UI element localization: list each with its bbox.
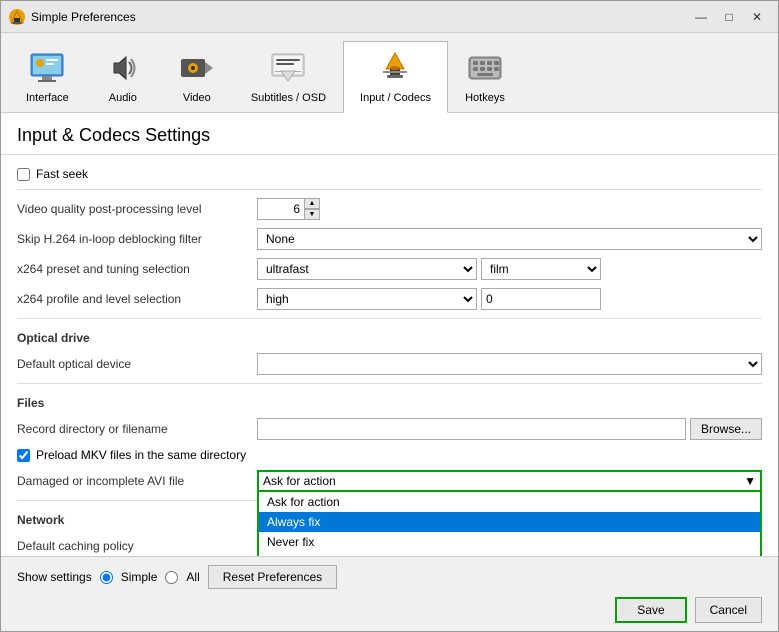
- cancel-button[interactable]: Cancel: [695, 597, 762, 623]
- record-dir-label: Record directory or filename: [17, 422, 257, 436]
- preload-mkv-label: Preload MKV files in the same directory: [36, 448, 246, 462]
- spin-down-button[interactable]: ▼: [304, 209, 320, 220]
- footer-bottom: Save Cancel: [17, 597, 762, 623]
- window-title: Simple Preferences: [31, 10, 688, 24]
- footer: Show settings Simple All Reset Preferenc…: [1, 556, 778, 631]
- video-quality-row: Video quality post-processing level 6 ▲ …: [17, 194, 762, 224]
- x264-profile-select[interactable]: baseline main high high10: [257, 288, 477, 310]
- subtitles-icon: [268, 48, 308, 88]
- x264-preset-select[interactable]: ultrafast superfast veryfast faster fast…: [257, 258, 477, 280]
- damaged-avi-control: Ask for action ▼ Ask for action Always f…: [257, 470, 762, 492]
- nav-hotkeys-label: Hotkeys: [465, 92, 505, 104]
- nav-subtitles-label: Subtitles / OSD: [251, 92, 326, 104]
- show-all-radio[interactable]: [165, 571, 178, 584]
- fast-seek-row: Fast seek: [17, 163, 762, 185]
- spin-up-button[interactable]: ▲: [304, 198, 320, 209]
- preload-mkv-row: Preload MKV files in the same directory: [17, 444, 762, 466]
- dropdown-arrow-icon: ▼: [744, 474, 756, 488]
- damaged-avi-value: Ask for action: [263, 474, 336, 488]
- caching-label: Default caching policy: [17, 539, 257, 553]
- optical-device-row: Default optical device: [17, 349, 762, 379]
- video-quality-spinbox: 6 ▲ ▼: [257, 198, 320, 220]
- x264-preset-control: ultrafast superfast veryfast faster fast…: [257, 258, 762, 280]
- optical-device-label: Default optical device: [17, 357, 257, 371]
- minimize-button[interactable]: —: [688, 6, 714, 28]
- main-window: Simple Preferences — □ ✕ Interface: [0, 0, 779, 632]
- damaged-avi-dropdown: Ask for action ▼ Ask for action Always f…: [257, 470, 762, 492]
- separator-1: [17, 189, 762, 190]
- record-dir-control: Browse...: [257, 418, 762, 440]
- app-icon: [9, 9, 25, 25]
- optical-drive-section: Optical drive: [17, 323, 762, 349]
- separator-3: [17, 383, 762, 384]
- skip-h264-select[interactable]: None All Non-ref Bidir: [257, 228, 762, 250]
- record-dir-input[interactable]: [257, 418, 686, 440]
- simple-label: Simple: [121, 570, 158, 584]
- avi-option-ask[interactable]: Ask for action: [259, 492, 760, 512]
- browse-button[interactable]: Browse...: [690, 418, 762, 440]
- record-dir-row: Record directory or filename Browse...: [17, 414, 762, 444]
- nav-video[interactable]: Video: [160, 41, 234, 112]
- x264-level-input[interactable]: 0: [481, 288, 601, 310]
- nav-input[interactable]: Input / Codecs: [343, 41, 448, 113]
- reset-button[interactable]: Reset Preferences: [208, 565, 337, 589]
- skip-h264-row: Skip H.264 in-loop deblocking filter Non…: [17, 224, 762, 254]
- damaged-avi-trigger[interactable]: Ask for action ▼: [257, 470, 762, 492]
- window-controls: — □ ✕: [688, 6, 770, 28]
- nav-audio-label: Audio: [109, 92, 137, 104]
- x264-tuning-select[interactable]: film animation grain stillimage: [481, 258, 601, 280]
- nav-hotkeys[interactable]: Hotkeys: [448, 41, 522, 112]
- nav-bar: Interface Audio Video: [1, 33, 778, 113]
- optical-device-control: [257, 353, 762, 375]
- separator-2: [17, 318, 762, 319]
- skip-h264-label: Skip H.264 in-loop deblocking filter: [17, 232, 257, 246]
- x264-preset-label: x264 preset and tuning selection: [17, 262, 257, 276]
- show-settings-label: Show settings: [17, 570, 92, 584]
- nav-interface[interactable]: Interface: [9, 41, 86, 112]
- video-quality-input[interactable]: 6: [257, 198, 305, 220]
- fast-seek-checkbox[interactable]: [17, 168, 30, 181]
- footer-top: Show settings Simple All Reset Preferenc…: [17, 565, 762, 589]
- footer-right: Save Cancel: [615, 597, 762, 623]
- fast-seek-label: Fast seek: [36, 167, 88, 181]
- hotkeys-icon: [465, 48, 505, 88]
- files-section: Files: [17, 388, 762, 414]
- nav-input-label: Input / Codecs: [360, 92, 431, 104]
- x264-profile-row: x264 profile and level selection baselin…: [17, 284, 762, 314]
- skip-h264-control: None All Non-ref Bidir: [257, 228, 762, 250]
- all-label: All: [186, 570, 199, 584]
- audio-icon: [103, 48, 143, 88]
- save-button[interactable]: Save: [615, 597, 686, 623]
- video-quality-label: Video quality post-processing level: [17, 202, 257, 216]
- damaged-avi-row: Damaged or incomplete AVI file Ask for a…: [17, 466, 762, 496]
- page-title: Input & Codecs Settings: [1, 113, 778, 155]
- avi-option-fix-when[interactable]: Fix when necessary: [259, 552, 760, 556]
- title-bar: Simple Preferences — □ ✕: [1, 1, 778, 33]
- nav-interface-label: Interface: [26, 92, 69, 104]
- avi-option-never[interactable]: Never fix: [259, 532, 760, 552]
- nav-audio[interactable]: Audio: [86, 41, 160, 112]
- close-button[interactable]: ✕: [744, 6, 770, 28]
- damaged-avi-popup: Ask for action Always fix Never fix Fix …: [257, 492, 762, 556]
- optical-device-select[interactable]: [257, 353, 762, 375]
- input-icon: [375, 48, 415, 88]
- video-quality-control: 6 ▲ ▼: [257, 198, 762, 220]
- settings-body: Fast seek Video quality post-processing …: [1, 155, 778, 556]
- damaged-avi-label: Damaged or incomplete AVI file: [17, 474, 257, 488]
- nav-subtitles[interactable]: Subtitles / OSD: [234, 41, 343, 112]
- content-area: Input & Codecs Settings Fast seek Video …: [1, 113, 778, 556]
- maximize-button[interactable]: □: [716, 6, 742, 28]
- spin-buttons: ▲ ▼: [304, 198, 320, 220]
- video-icon: [177, 48, 217, 88]
- preload-mkv-checkbox[interactable]: [17, 449, 30, 462]
- avi-option-always[interactable]: Always fix: [259, 512, 760, 532]
- x264-preset-row: x264 preset and tuning selection ultrafa…: [17, 254, 762, 284]
- x264-profile-label: x264 profile and level selection: [17, 292, 257, 306]
- nav-video-label: Video: [183, 92, 211, 104]
- x264-profile-control: baseline main high high10 0: [257, 288, 762, 310]
- interface-icon: [27, 48, 67, 88]
- show-simple-radio[interactable]: [100, 571, 113, 584]
